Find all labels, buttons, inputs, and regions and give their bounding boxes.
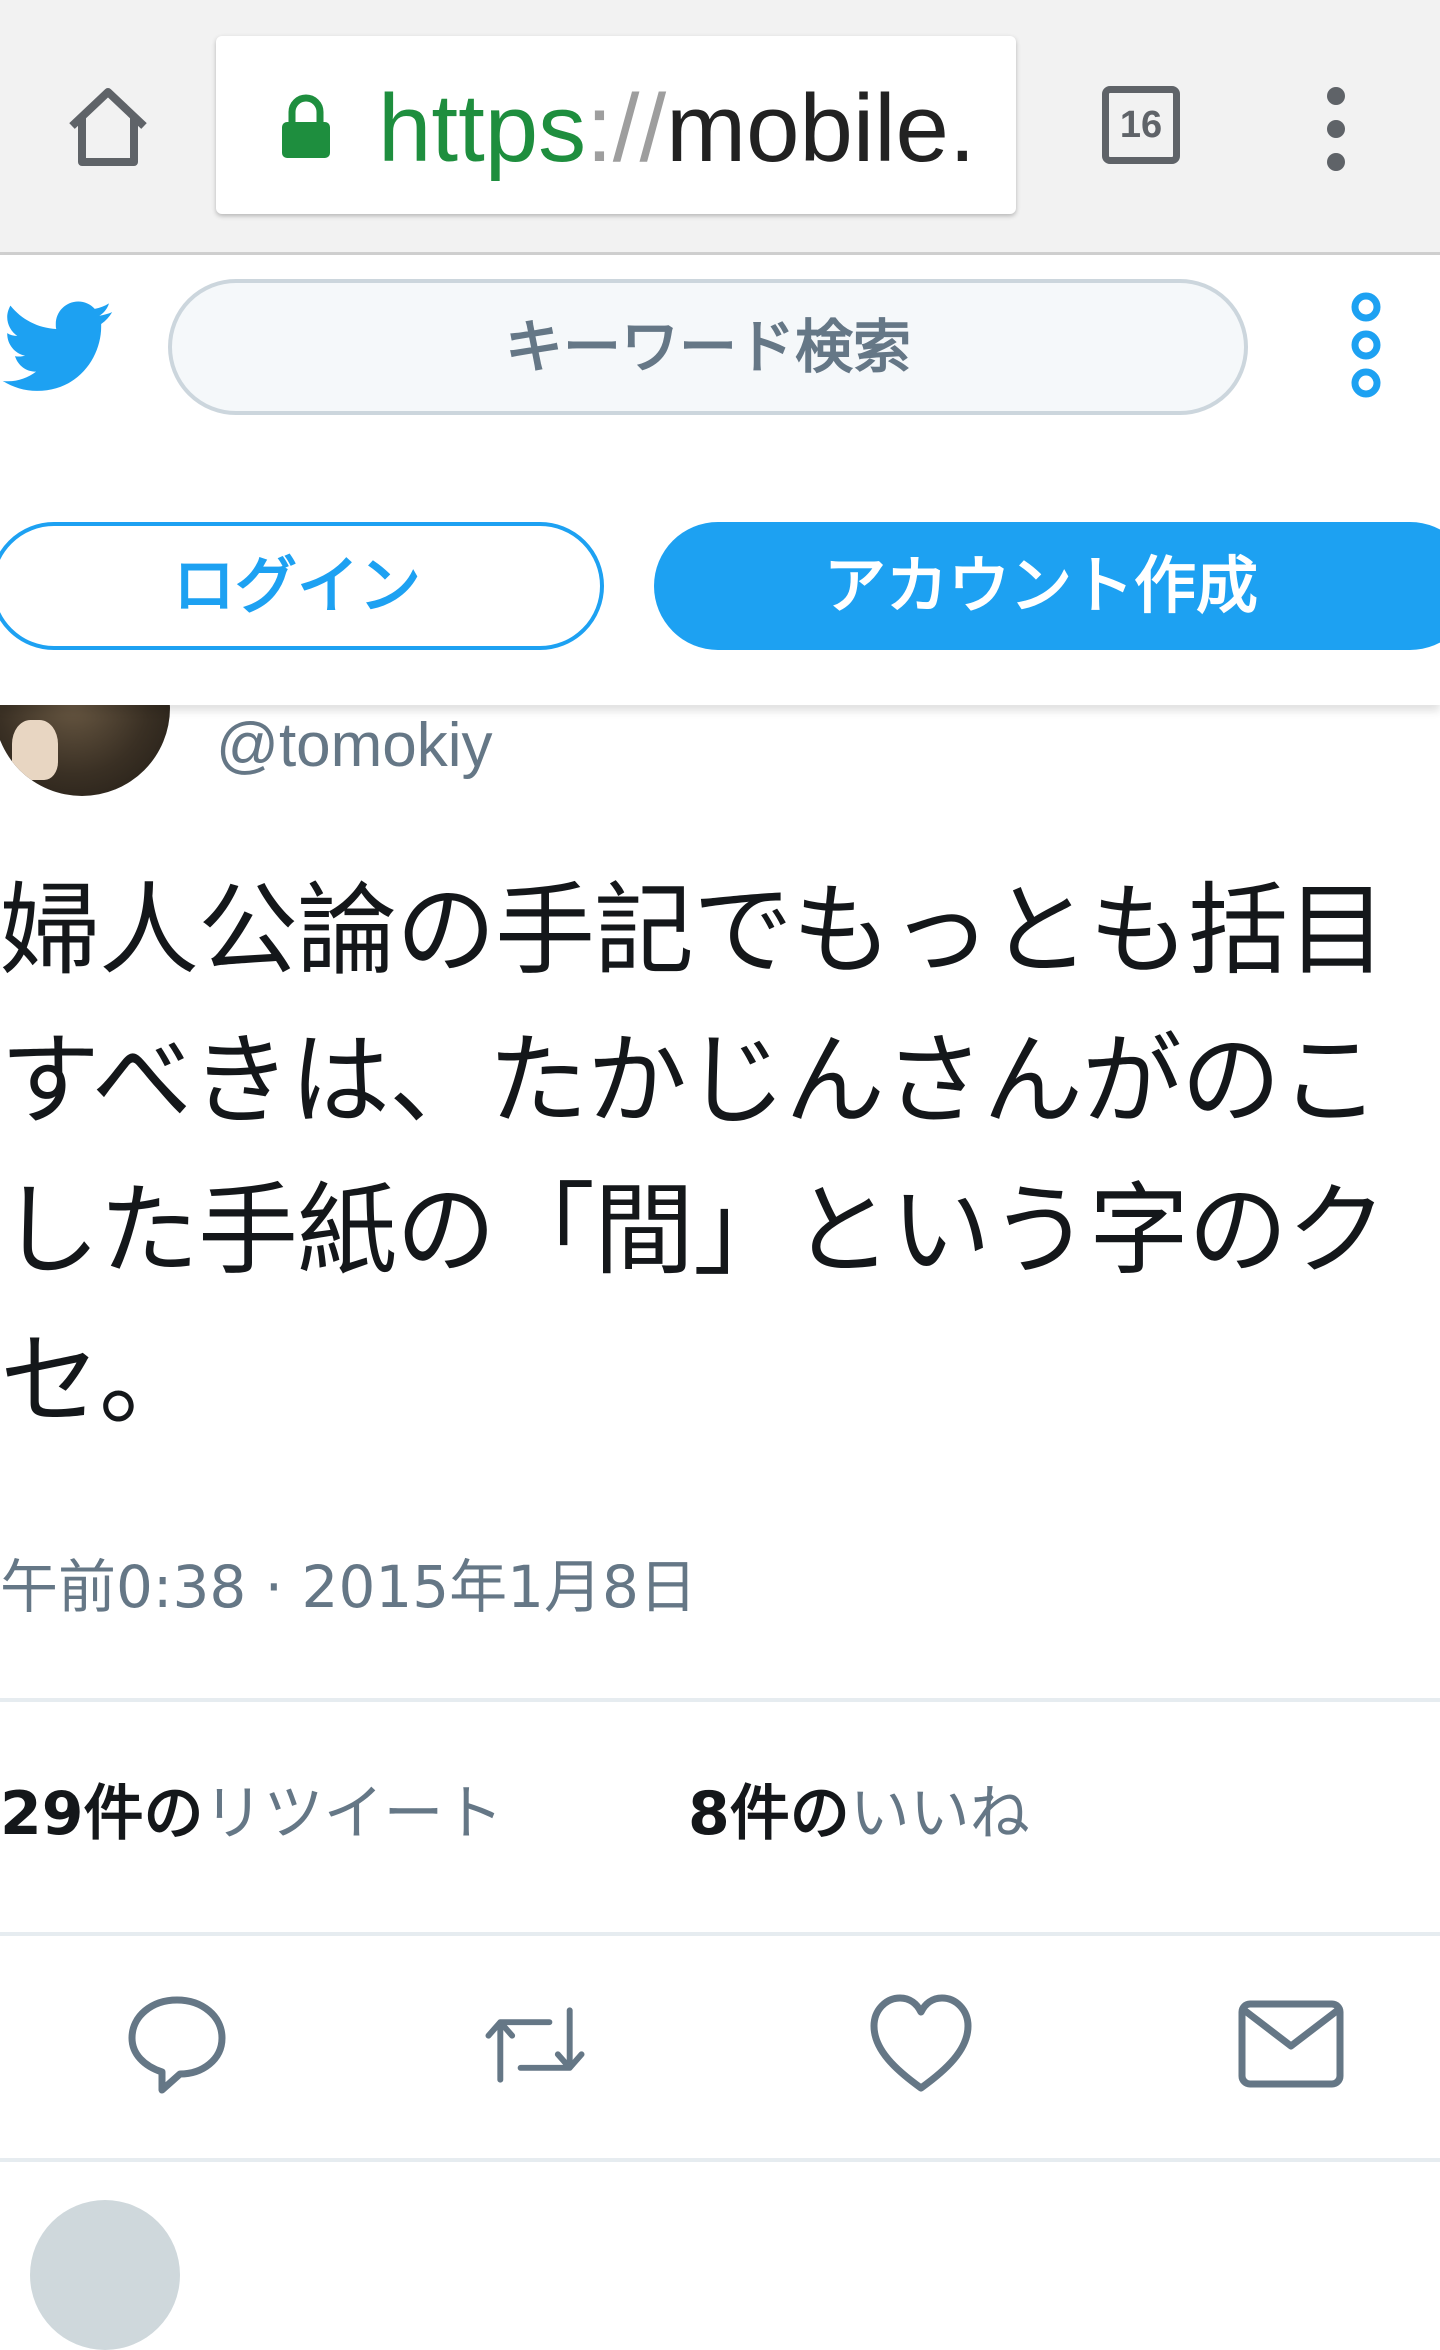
url-text: https://mobile.	[378, 74, 976, 184]
address-bar[interactable]: https://mobile.	[216, 36, 1016, 214]
home-icon[interactable]	[62, 80, 154, 172]
dm-button[interactable]	[1236, 1990, 1346, 2100]
like-icon	[870, 1994, 972, 2092]
more-vert-icon[interactable]	[1310, 86, 1362, 172]
tweet-text-line: 婦人公論の手記でもっとも括目	[0, 872, 1387, 989]
twitter-header: キーワード検索 ログイン アカウント作成	[0, 255, 1440, 705]
lock-icon	[282, 94, 330, 158]
next-tweet-avatar[interactable]	[30, 2200, 180, 2350]
tweet-text-line: すべきは、たかじんさんがのこ	[0, 1022, 1380, 1139]
tab-switcher-button[interactable]: 16	[1102, 86, 1180, 164]
like-count[interactable]: 8件のいいね	[688, 1765, 1030, 1852]
tweet-text-line: セ。	[0, 1322, 199, 1439]
browser-toolbar: https://mobile. 16	[0, 0, 1440, 255]
more-vert-icon[interactable]	[1346, 291, 1386, 399]
retweet-count-label: リツイート	[203, 1779, 504, 1849]
retweet-button[interactable]	[480, 1990, 590, 2100]
reply-button[interactable]	[122, 1990, 232, 2100]
url-separator: ://	[586, 75, 667, 182]
avatar-photo	[12, 720, 58, 780]
divider	[0, 2158, 1440, 2162]
tweet-text-line: した手紙の「間」という字のク	[0, 1172, 1387, 1289]
like-count-value: 8件の	[688, 1779, 850, 1849]
dm-icon	[1238, 2000, 1344, 2088]
search-input[interactable]: キーワード検索	[168, 279, 1248, 415]
url-host: mobile.	[666, 75, 976, 182]
signup-button[interactable]: アカウント作成	[654, 522, 1440, 650]
twitter-bird-icon[interactable]	[0, 291, 118, 401]
divider	[0, 1698, 1440, 1702]
url-scheme: https	[378, 75, 587, 182]
like-count-label: いいね	[849, 1779, 1030, 1849]
retweet-count[interactable]: 29件のリツイート	[0, 1765, 504, 1852]
divider	[0, 1932, 1440, 1936]
login-button[interactable]: ログイン	[0, 522, 604, 650]
tweet-text: 婦人公論の手記でもっとも括目 すべきは、たかじんさんがのこ した手紙の「間」という字…	[0, 856, 1440, 1456]
user-handle[interactable]: @tomokiy	[216, 710, 493, 781]
like-button[interactable]	[866, 1990, 976, 2100]
retweet-count-value: 29件の	[0, 1779, 204, 1849]
tweet-timestamp[interactable]: 午前0:38 · 2015年1月8日	[0, 1540, 697, 1624]
retweet-icon	[485, 2007, 585, 2083]
reply-icon	[128, 1996, 226, 2094]
